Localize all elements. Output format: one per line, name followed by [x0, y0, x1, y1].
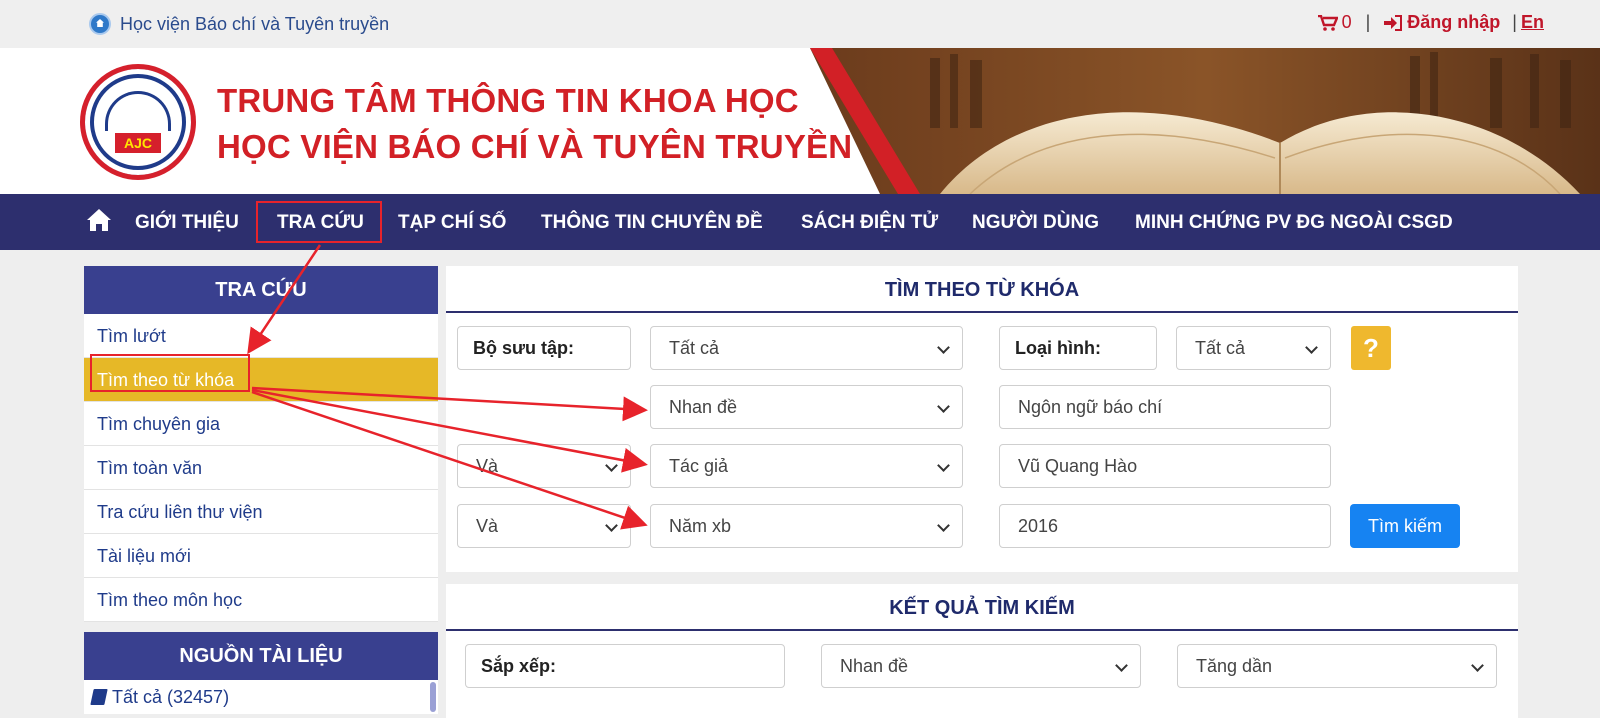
keyword-value-2: Vũ Quang Hào — [1018, 455, 1138, 476]
nav-item-nguoi-dung[interactable]: NGƯỜI DÙNG — [972, 212, 1099, 234]
nav-item-minh-chung[interactable]: MINH CHỨNG PV ĐG NGOÀI CSGD — [1135, 212, 1453, 234]
scrollbar[interactable] — [430, 682, 436, 712]
site-header: AJC TRUNG TÂM THÔNG TIN KHOA HỌC HỌC VIỆ… — [0, 48, 1600, 194]
logo-text: AJC — [115, 133, 161, 153]
field-value-3: Năm xb — [669, 515, 732, 536]
type-select[interactable]: Tất cả — [1176, 326, 1331, 370]
collection-value: Tất cả — [669, 337, 720, 358]
keyword-input-1[interactable]: Ngôn ngữ báo chí — [999, 385, 1331, 429]
search-button[interactable]: Tìm kiếm — [1350, 504, 1460, 548]
sidebar: TRA CỨU Tìm lướt Tìm theo từ khóa Tìm ch… — [84, 266, 438, 714]
book-icon — [90, 689, 108, 705]
nav-item-thong-tin-chuyen-de[interactable]: THÔNG TIN CHUYÊN ĐỀ — [541, 212, 763, 234]
operator-value-3: Và — [476, 515, 499, 536]
sort-order-value: Tăng dần — [1196, 655, 1273, 676]
nav-item-sach-dien-tu[interactable]: SÁCH ĐIỆN TỬ — [801, 212, 938, 234]
book-arc-icon — [105, 91, 171, 131]
main-nav: GIỚI THIỆU TRA CỨU TẠP CHÍ SỐ THÔNG TIN … — [0, 194, 1600, 250]
logo[interactable]: AJC — [80, 64, 196, 180]
site-name: Học viện Báo chí và Tuyên truyền — [120, 13, 390, 34]
sidebar-item-tim-luot[interactable]: Tìm lướt — [84, 314, 438, 358]
type-value: Tất cả — [1195, 337, 1246, 358]
sort-label: Sắp xếp: — [465, 644, 785, 688]
field-select-3[interactable]: Năm xb — [650, 504, 963, 548]
top-bar: Học viện Báo chí và Tuyên truyền 0 | Đăn… — [0, 0, 1600, 48]
language-link[interactable]: En — [1521, 12, 1544, 33]
sources-title: NGUỒN TÀI LIỆU — [84, 632, 438, 680]
source-label: Tất cả (32457) — [112, 686, 230, 707]
keyword-value-3: 2016 — [1018, 515, 1059, 536]
cart-icon[interactable] — [1317, 14, 1338, 31]
sort-field-select[interactable]: Nhan đề — [821, 644, 1141, 688]
source-item-all[interactable]: Tất cả (32457) — [84, 680, 438, 714]
collection-select[interactable]: Tất cả — [650, 326, 963, 370]
keyword-value-1: Ngôn ngữ báo chí — [1018, 396, 1163, 417]
field-select-2[interactable]: Tác giả — [650, 444, 963, 488]
keyword-search-title: TÌM THEO TỪ KHÓA — [446, 266, 1518, 313]
collection-label: Bộ sưu tập: — [457, 326, 631, 370]
field-value-1: Nhan đề — [669, 396, 738, 417]
sidebar-item-tai-lieu-moi[interactable]: Tài liệu mới — [84, 534, 438, 578]
results-title: KẾT QUẢ TÌM KIẾM — [446, 584, 1518, 631]
keyword-input-3[interactable]: 2016 — [999, 504, 1331, 548]
sidebar-item-tra-cuu-lien-thu-vien[interactable]: Tra cứu liên thư viện — [84, 490, 438, 534]
sidebar-item-tim-chuyen-gia[interactable]: Tìm chuyên gia — [84, 402, 438, 446]
field-select-1[interactable]: Nhan đề — [650, 385, 963, 429]
login-link[interactable]: Đăng nhập — [1384, 12, 1500, 33]
header-title-line1: TRUNG TÂM THÔNG TIN KHOA HỌC — [217, 82, 799, 119]
separator: | — [1365, 12, 1371, 32]
sign-in-icon — [1384, 14, 1403, 31]
field-value-2: Tác giả — [669, 455, 729, 476]
site-link[interactable]: Học viện Báo chí và Tuyên truyền — [89, 13, 389, 35]
home-icon[interactable] — [86, 208, 112, 232]
operator-select-2[interactable]: Và — [457, 444, 631, 488]
sort-order-select[interactable]: Tăng dần — [1177, 644, 1497, 688]
nav-item-tap-chi-so[interactable]: TẠP CHÍ SỐ — [398, 212, 506, 234]
banner-open-book-image — [810, 48, 1600, 194]
type-label: Loại hình: — [999, 326, 1157, 370]
sidebar-title: TRA CỨU — [84, 266, 438, 314]
lang-separator: | — [1512, 12, 1517, 32]
sidebar-item-tim-toan-van[interactable]: Tìm toàn văn — [84, 446, 438, 490]
operator-value-2: Và — [476, 455, 499, 476]
annotation-highlight-box — [256, 201, 382, 243]
annotation-highlight-box-sidebar — [90, 354, 250, 392]
top-right-links: 0 | Đăng nhập | En — [1317, 12, 1544, 33]
header-title-line2: HỌC VIỆN BÁO CHÍ VÀ TUYÊN TRUYỀN — [217, 128, 853, 165]
login-label: Đăng nhập — [1407, 12, 1501, 32]
help-button[interactable]: ? — [1351, 326, 1391, 370]
home-circle-icon — [89, 13, 111, 35]
operator-select-3[interactable]: Và — [457, 504, 631, 548]
cart-count[interactable]: 0 — [1342, 12, 1352, 33]
keyword-input-2[interactable]: Vũ Quang Hào — [999, 444, 1331, 488]
nav-item-gioi-thieu[interactable]: GIỚI THIỆU — [135, 212, 239, 234]
sort-field-value: Nhan đề — [840, 655, 909, 676]
sidebar-item-tim-theo-mon-hoc[interactable]: Tìm theo môn học — [84, 578, 438, 622]
